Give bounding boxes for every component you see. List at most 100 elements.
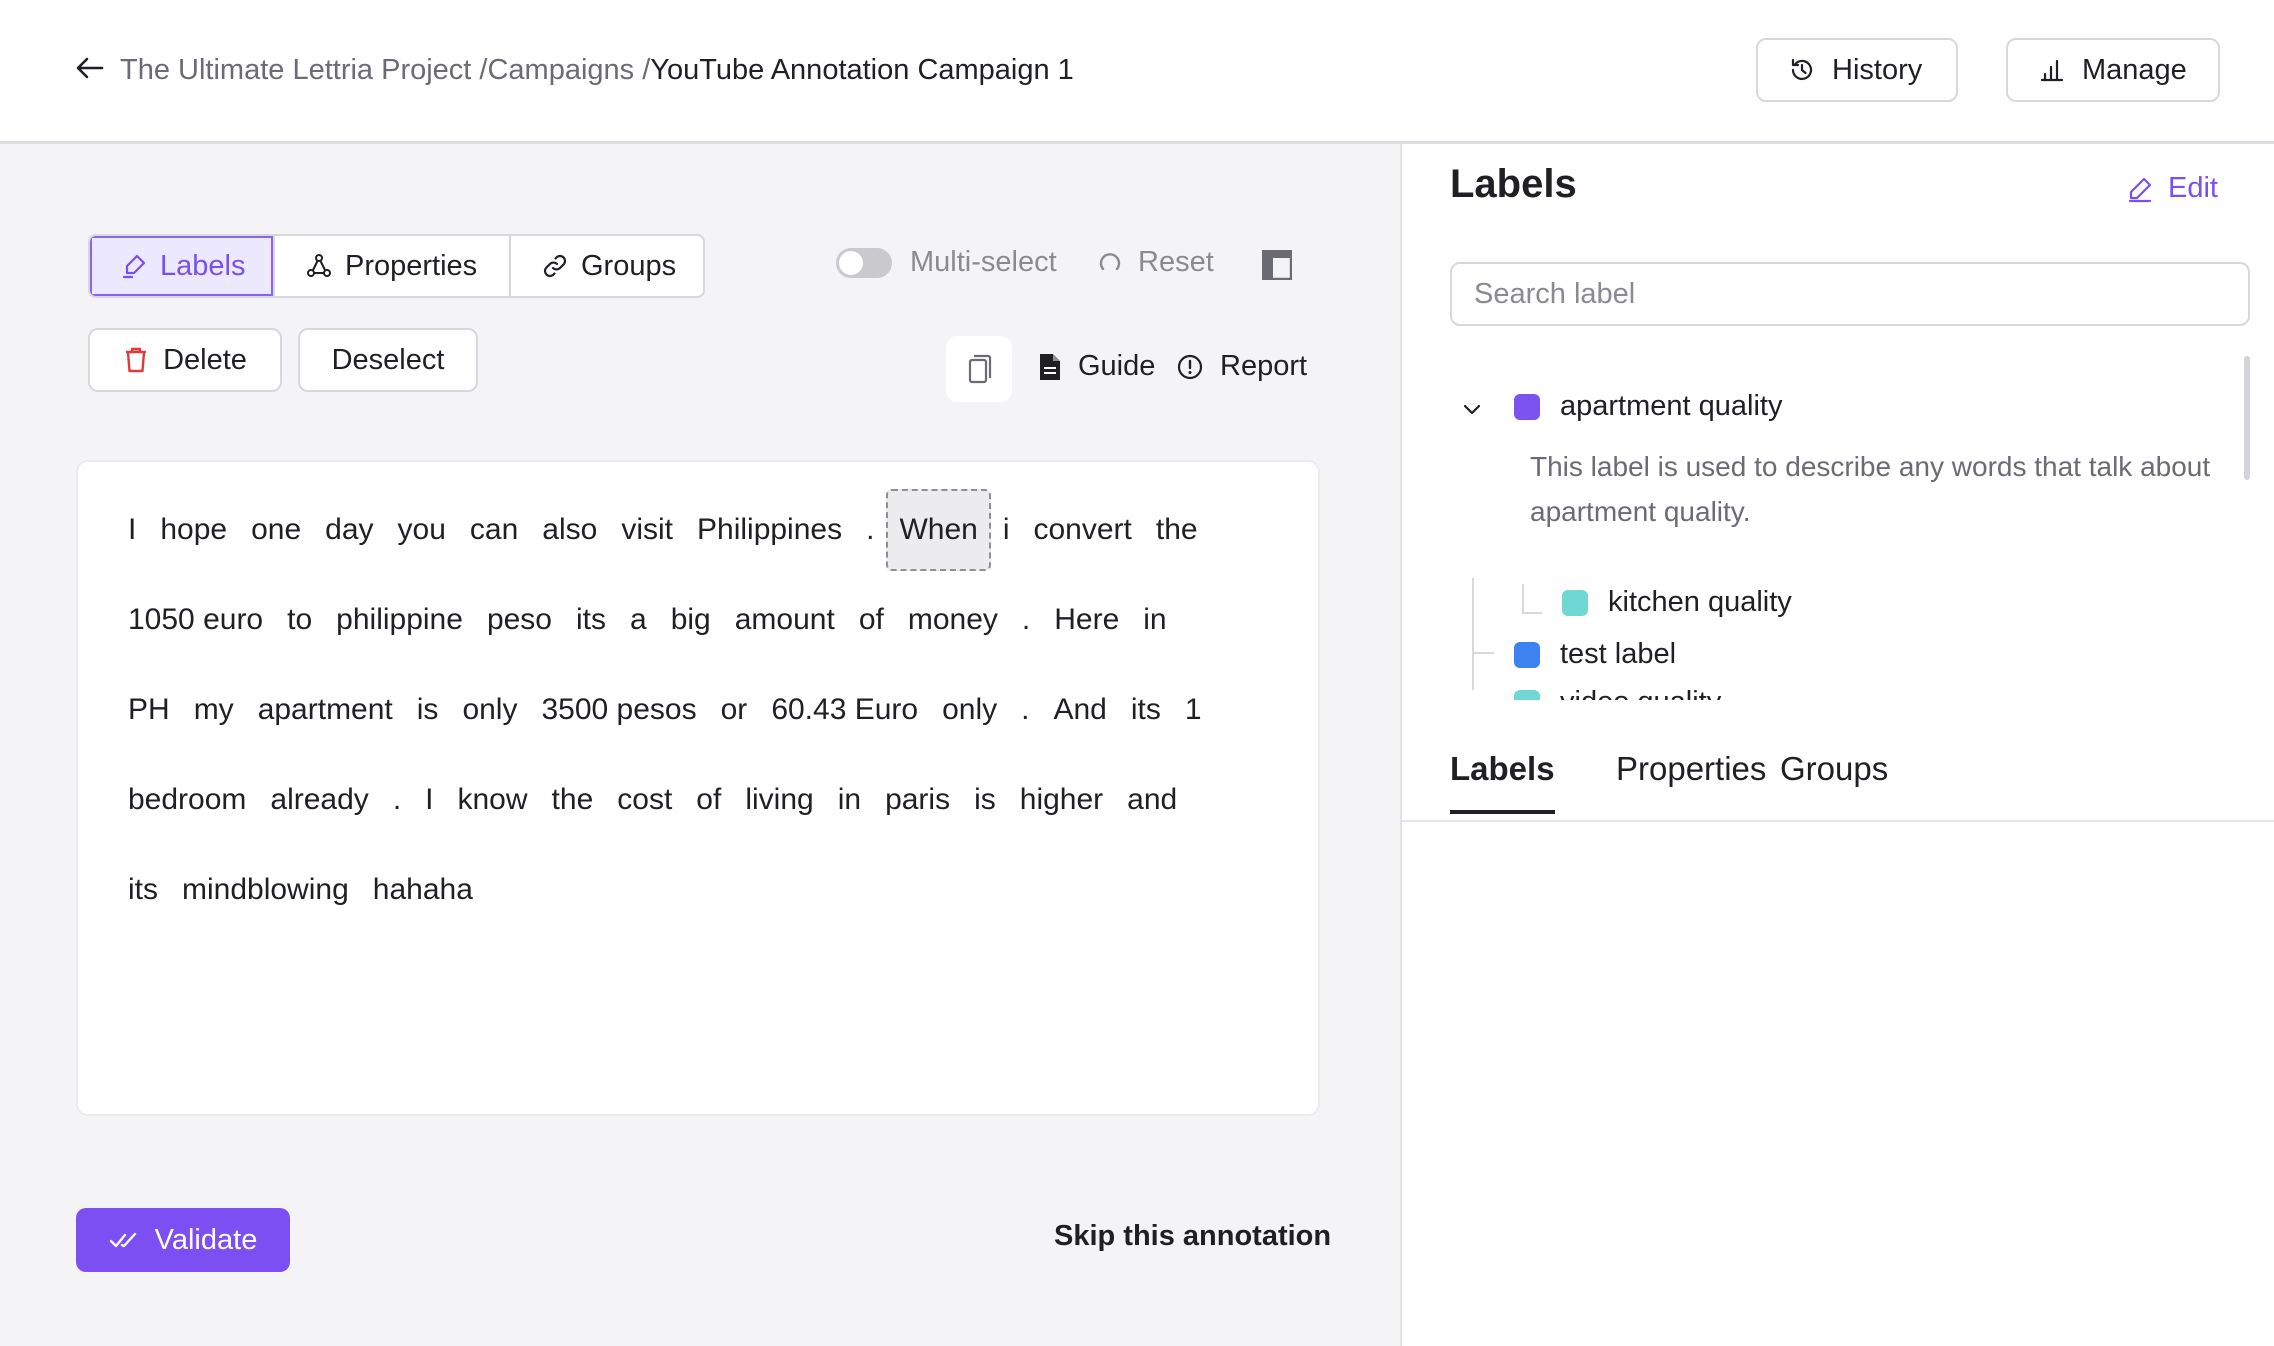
text-token[interactable]: in	[826, 778, 873, 822]
text-token[interactable]: I	[413, 778, 445, 822]
text-token[interactable]: its	[1119, 688, 1173, 732]
text-token[interactable]: hope	[148, 508, 239, 552]
bottom-tab-properties[interactable]: Properties	[1616, 750, 1766, 810]
text-token[interactable]: 3500 pesos	[529, 688, 708, 732]
text-token[interactable]: also	[530, 508, 609, 552]
text-token[interactable]: hahaha	[361, 868, 485, 912]
toggle-switch[interactable]	[836, 247, 892, 278]
text-token[interactable]: money	[896, 598, 1010, 642]
bottom-tab-groups[interactable]: Groups	[1780, 750, 1888, 810]
history-icon	[1788, 56, 1816, 84]
text-token[interactable]: can	[458, 508, 530, 552]
selected-token[interactable]: When	[886, 489, 991, 571]
label-tree-scrollbar[interactable]	[2244, 356, 2250, 480]
text-token[interactable]: convert	[1021, 508, 1143, 552]
text-line: PH my apartment is only 3500 pesos or 60.43 Eur…	[128, 680, 1214, 740]
text-token[interactable]: only	[930, 688, 1009, 732]
text-token[interactable]: big	[659, 598, 723, 642]
text-token[interactable]: to	[275, 598, 324, 642]
text-token[interactable]: day	[313, 508, 385, 552]
label-color-swatch	[1514, 641, 1540, 668]
text-token[interactable]: Philippines	[685, 508, 854, 552]
text-token[interactable]: already	[258, 778, 380, 822]
text-token[interactable]: .	[854, 508, 886, 552]
text-token[interactable]: paris	[873, 778, 962, 822]
label-item-video-quality[interactable]: video quality	[1514, 686, 1721, 700]
tab-properties[interactable]: Properties	[275, 236, 511, 296]
report-link[interactable]: Report	[1176, 350, 1307, 383]
text-token[interactable]: bedroom	[128, 778, 258, 822]
details-tabs: Labels Properties Groups	[1402, 726, 2274, 822]
text-token[interactable]: PH	[128, 688, 182, 732]
text-token[interactable]: amount	[723, 598, 847, 642]
label-item-kitchen-quality[interactable]: kitchen quality	[1562, 586, 1792, 619]
text-token[interactable]: living	[733, 778, 825, 822]
annotation-pane: Labels Properties Groups Multi-select Re…	[0, 144, 1400, 1346]
tab-groups[interactable]: Groups	[511, 236, 703, 296]
reset-icon	[1096, 249, 1124, 277]
breadcrumb-project[interactable]: The Ultimate Lettria Project /	[120, 50, 487, 90]
text-token[interactable]: its	[564, 598, 618, 642]
top-header: The Ultimate Lettria Project / Campaigns…	[0, 0, 2274, 144]
deselect-label: Deselect	[331, 343, 445, 376]
breadcrumb-campaigns[interactable]: Campaigns /	[487, 50, 650, 90]
label-description: This label is used to describe any words…	[1530, 451, 2211, 527]
delete-button[interactable]: Delete	[88, 328, 282, 392]
text-token[interactable]: apartment	[246, 688, 405, 732]
text-token[interactable]: one	[239, 508, 313, 552]
text-token[interactable]: 1050 euro	[128, 598, 275, 642]
text-token[interactable]: is	[962, 778, 1008, 822]
text-token[interactable]: i	[991, 508, 1022, 552]
text-token[interactable]: know	[446, 778, 540, 822]
text-token[interactable]: of	[684, 778, 733, 822]
text-token[interactable]: only	[450, 688, 529, 732]
validate-button[interactable]: Validate	[76, 1208, 290, 1272]
multiselect-toggle[interactable]: Multi-select	[836, 246, 1057, 279]
text-token[interactable]: .	[1010, 598, 1042, 642]
alert-circle-icon	[1176, 353, 1204, 381]
text-token[interactable]: peso	[475, 598, 564, 642]
tab-labels[interactable]: Labels	[90, 236, 275, 296]
text-token[interactable]: the	[1144, 508, 1210, 552]
deselect-button[interactable]: Deselect	[298, 328, 478, 392]
history-button[interactable]: History	[1756, 38, 1958, 102]
text-token[interactable]: higher	[1008, 778, 1115, 822]
text-token[interactable]: .	[381, 778, 413, 822]
text-token[interactable]: 1	[1173, 688, 1214, 732]
copy-button[interactable]	[946, 336, 1012, 402]
text-token[interactable]: And	[1041, 688, 1118, 732]
chevron-down-icon[interactable]	[1460, 398, 1484, 422]
text-token[interactable]: mindblowing	[170, 868, 361, 912]
text-token[interactable]: is	[405, 688, 451, 732]
guide-link[interactable]: Guide	[1038, 350, 1155, 383]
text-token[interactable]: you	[386, 508, 458, 552]
text-token[interactable]: visit	[609, 508, 685, 552]
manage-button[interactable]: Manage	[2006, 38, 2220, 102]
layout-panel-icon[interactable]	[1262, 250, 1292, 280]
bottom-tab-labels[interactable]: Labels	[1450, 750, 1555, 814]
text-token[interactable]: philippine	[324, 598, 475, 642]
label-tree: apartment quality This label is used to …	[1402, 144, 2274, 700]
back-arrow-icon[interactable]	[74, 52, 106, 84]
text-token[interactable]: cost	[605, 778, 684, 822]
text-token[interactable]: or	[709, 688, 760, 732]
text-token[interactable]: my	[182, 688, 246, 732]
text-token[interactable]: of	[847, 598, 896, 642]
reset-button[interactable]: Reset	[1096, 246, 1214, 279]
text-token[interactable]: .	[1009, 688, 1041, 732]
text-token[interactable]: 60.43 Euro	[759, 688, 930, 732]
text-token[interactable]: and	[1115, 778, 1189, 822]
text-token[interactable]: I	[128, 508, 148, 552]
text-token[interactable]: Here	[1042, 598, 1131, 642]
label-item-test-label[interactable]: test label	[1514, 638, 1676, 671]
text-token[interactable]: the	[540, 778, 606, 822]
text-token[interactable]: a	[618, 598, 659, 642]
text-token[interactable]: its	[128, 868, 170, 912]
tree-connector	[1522, 612, 1542, 614]
skip-annotation-link[interactable]: Skip this annotation	[1054, 1220, 1331, 1253]
text-line: 1050 euro to philippine peso its a big amount of…	[128, 590, 1179, 650]
validate-label: Validate	[154, 1223, 258, 1256]
text-token[interactable]: in	[1131, 598, 1178, 642]
label-item-apartment-quality[interactable]: apartment quality	[1514, 390, 1782, 423]
label-name: kitchen quality	[1608, 586, 1792, 618]
